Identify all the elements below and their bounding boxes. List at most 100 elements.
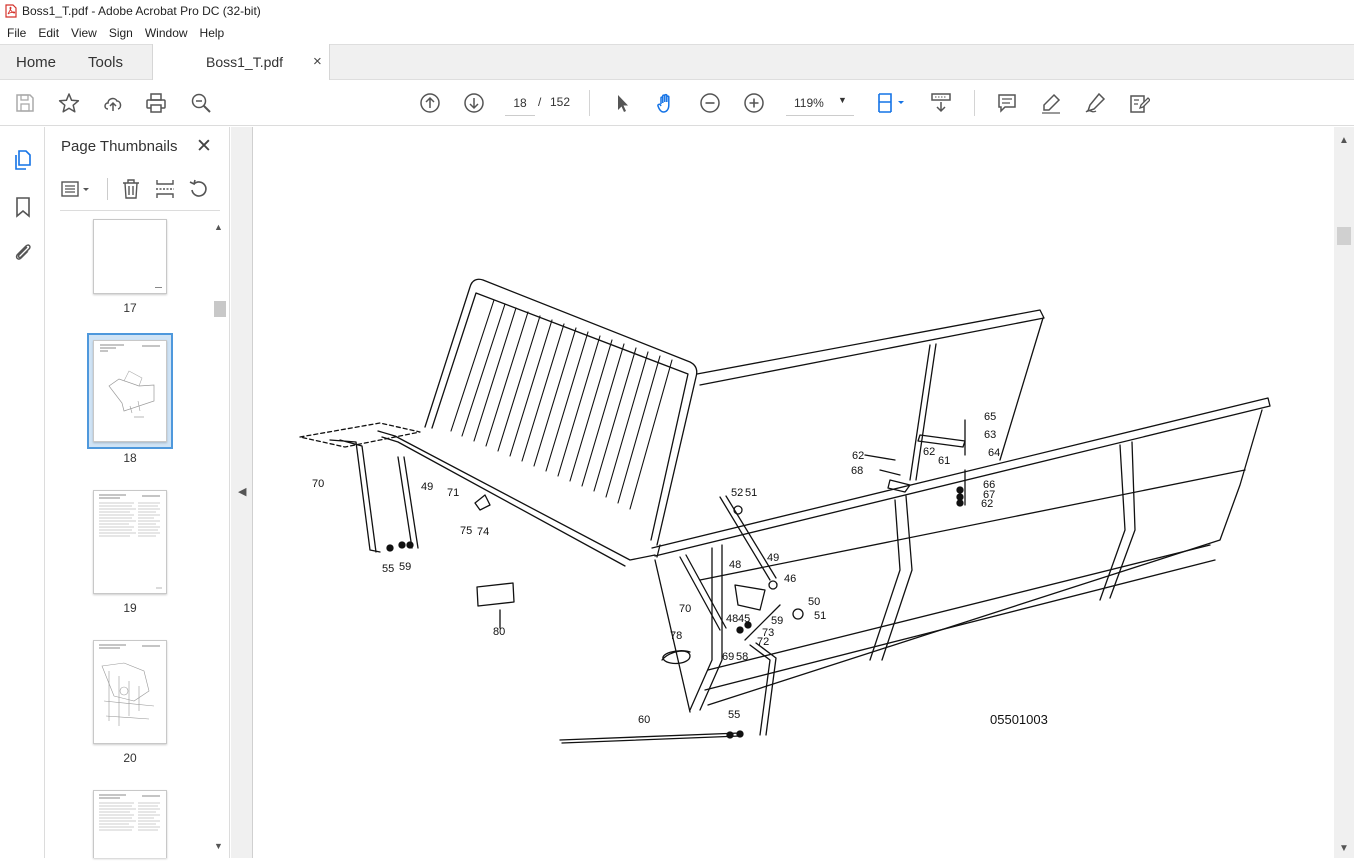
scrollbar-thumb[interactable] (214, 301, 226, 317)
callout-label: 65 (984, 411, 996, 423)
panel-toolbar (60, 176, 220, 202)
tab-document[interactable]: Boss1_T.pdf × (152, 44, 330, 81)
options-menu-icon[interactable] (60, 178, 94, 200)
cloud-upload-icon[interactable] (100, 90, 126, 116)
callout-label: 62 (852, 450, 864, 462)
draw-pen-icon[interactable] (1082, 90, 1108, 116)
callout-label: 55 (728, 709, 740, 721)
page-thumbnails-icon[interactable] (10, 147, 36, 173)
left-rail (0, 127, 45, 858)
menu-edit[interactable]: Edit (33, 22, 64, 44)
acrobat-icon (5, 4, 17, 18)
callout-label: 69 (722, 651, 734, 663)
fill-sign-icon[interactable] (1126, 90, 1152, 116)
previous-page-icon[interactable] (417, 90, 443, 116)
zoom-in-icon[interactable] (741, 90, 767, 116)
callout-label: 45 (738, 613, 750, 625)
callout-label: 78 (670, 630, 682, 642)
thumbnail-page[interactable] (93, 490, 167, 594)
page-number-input[interactable] (505, 90, 535, 116)
scroll-mode-icon[interactable] (928, 90, 954, 116)
thumbnail-label: 19 (123, 601, 137, 615)
next-page-icon[interactable] (461, 90, 487, 116)
title-bar: Boss1_T.pdf - Adobe Acrobat Pro DC (32-b… (0, 0, 1354, 22)
callout-label: 80 (493, 626, 505, 638)
toolbar-divider (589, 90, 590, 116)
callout-label: 49 (767, 552, 779, 564)
callout-label: 75 (460, 525, 472, 537)
star-icon[interactable] (56, 90, 82, 116)
callout-label: 64 (988, 447, 1000, 459)
page-total: 152 (550, 95, 571, 109)
callout-label: 48 (729, 559, 741, 571)
hand-tool-icon[interactable] (653, 90, 679, 116)
callout-label: 51 (814, 610, 826, 622)
window-title: Boss1_T.pdf - Adobe Acrobat Pro DC (32-b… (22, 4, 261, 18)
callout-label: 52 (731, 487, 743, 499)
callout-label: 51 (745, 487, 757, 499)
zoom-out-icon[interactable] (697, 90, 723, 116)
page-display-icon[interactable] (874, 90, 910, 116)
zoom-dropdown[interactable]: 119% ▼ (786, 90, 854, 116)
tab-bar: Home Tools Boss1_T.pdf × (0, 44, 1354, 81)
panel-title: Page Thumbnails (61, 138, 178, 155)
thumbnail-page[interactable] (93, 219, 167, 294)
collapse-panel-icon[interactable]: ◀ (238, 485, 246, 498)
comment-icon[interactable] (994, 90, 1020, 116)
select-cursor-icon[interactable] (609, 90, 635, 116)
scroll-up-icon[interactable]: ▲ (214, 222, 223, 232)
page-separator: / (538, 95, 542, 109)
chevron-down-icon: ▼ (838, 95, 847, 105)
thumbnail-page[interactable] (93, 790, 167, 858)
callout-label: 74 (477, 526, 489, 538)
thumbnails-scrollbar[interactable]: ▲ ▼ (212, 219, 226, 858)
bookmark-icon[interactable] (10, 194, 36, 220)
panel-splitter[interactable]: ◀ (231, 127, 253, 858)
scroll-down-icon[interactable]: ▼ (214, 841, 223, 851)
delete-icon[interactable] (120, 178, 142, 200)
callout-label: 50 (808, 596, 820, 608)
tab-tools[interactable]: Tools (88, 54, 123, 71)
tab-home[interactable]: Home (16, 54, 56, 71)
toolbar-divider (974, 90, 975, 116)
zoom-search-icon[interactable] (188, 90, 214, 116)
callout-label: 46 (784, 573, 796, 585)
tab-document-label: Boss1_T.pdf (206, 54, 284, 70)
document-view[interactable]: 70 49 71 75 74 55 59 80 52 51 48 49 46 4… (253, 127, 1334, 858)
thumbnail-drawing-preview (99, 644, 160, 726)
scrollbar-thumb[interactable] (1337, 227, 1351, 245)
highlighter-icon[interactable] (1038, 90, 1064, 116)
thumbnails-panel: Page Thumbnails ✕ 17 18 19 20 ▲ ▼ (46, 127, 230, 858)
scroll-up-icon[interactable]: ▲ (1339, 135, 1349, 146)
parts-drawing: 70 49 71 75 74 55 59 80 52 51 48 49 46 4… (299, 278, 1271, 744)
attachment-icon[interactable] (10, 239, 36, 265)
menu-help[interactable]: Help (195, 22, 230, 44)
insert-page-icon[interactable] (154, 178, 176, 200)
thumbnail-page[interactable] (93, 640, 167, 744)
callout-label: 59 (399, 561, 411, 573)
scroll-down-icon[interactable]: ▼ (1339, 843, 1349, 854)
thumbnail-label: 17 (123, 301, 137, 315)
tab-close-icon[interactable]: × (313, 53, 322, 70)
close-panel-icon[interactable]: ✕ (196, 135, 212, 158)
callout-label: 71 (447, 487, 459, 499)
thumbnail-drawing-preview (100, 344, 160, 418)
menu-sign[interactable]: Sign (104, 22, 138, 44)
callout-label: 60 (638, 714, 650, 726)
menu-view[interactable]: View (66, 22, 102, 44)
menu-window[interactable]: Window (140, 22, 193, 44)
menu-bar: File Edit View Sign Window Help (0, 22, 1354, 44)
menu-file[interactable]: File (2, 22, 31, 44)
callout-label: 68 (851, 465, 863, 477)
callout-label: 72 (757, 636, 769, 648)
document-scrollbar[interactable]: ▲ ▼ (1334, 127, 1354, 858)
callout-label: 62 (981, 498, 993, 510)
print-icon[interactable] (143, 90, 169, 116)
zoom-value: 119% (794, 96, 824, 110)
thumbnail-label: 18 (123, 451, 137, 465)
rotate-icon[interactable] (188, 178, 210, 200)
thumbnail-page-selected[interactable] (93, 340, 167, 442)
callout-label: 61 (938, 455, 950, 467)
save-icon[interactable] (12, 90, 38, 116)
thumbnail-text-preview (99, 794, 160, 831)
